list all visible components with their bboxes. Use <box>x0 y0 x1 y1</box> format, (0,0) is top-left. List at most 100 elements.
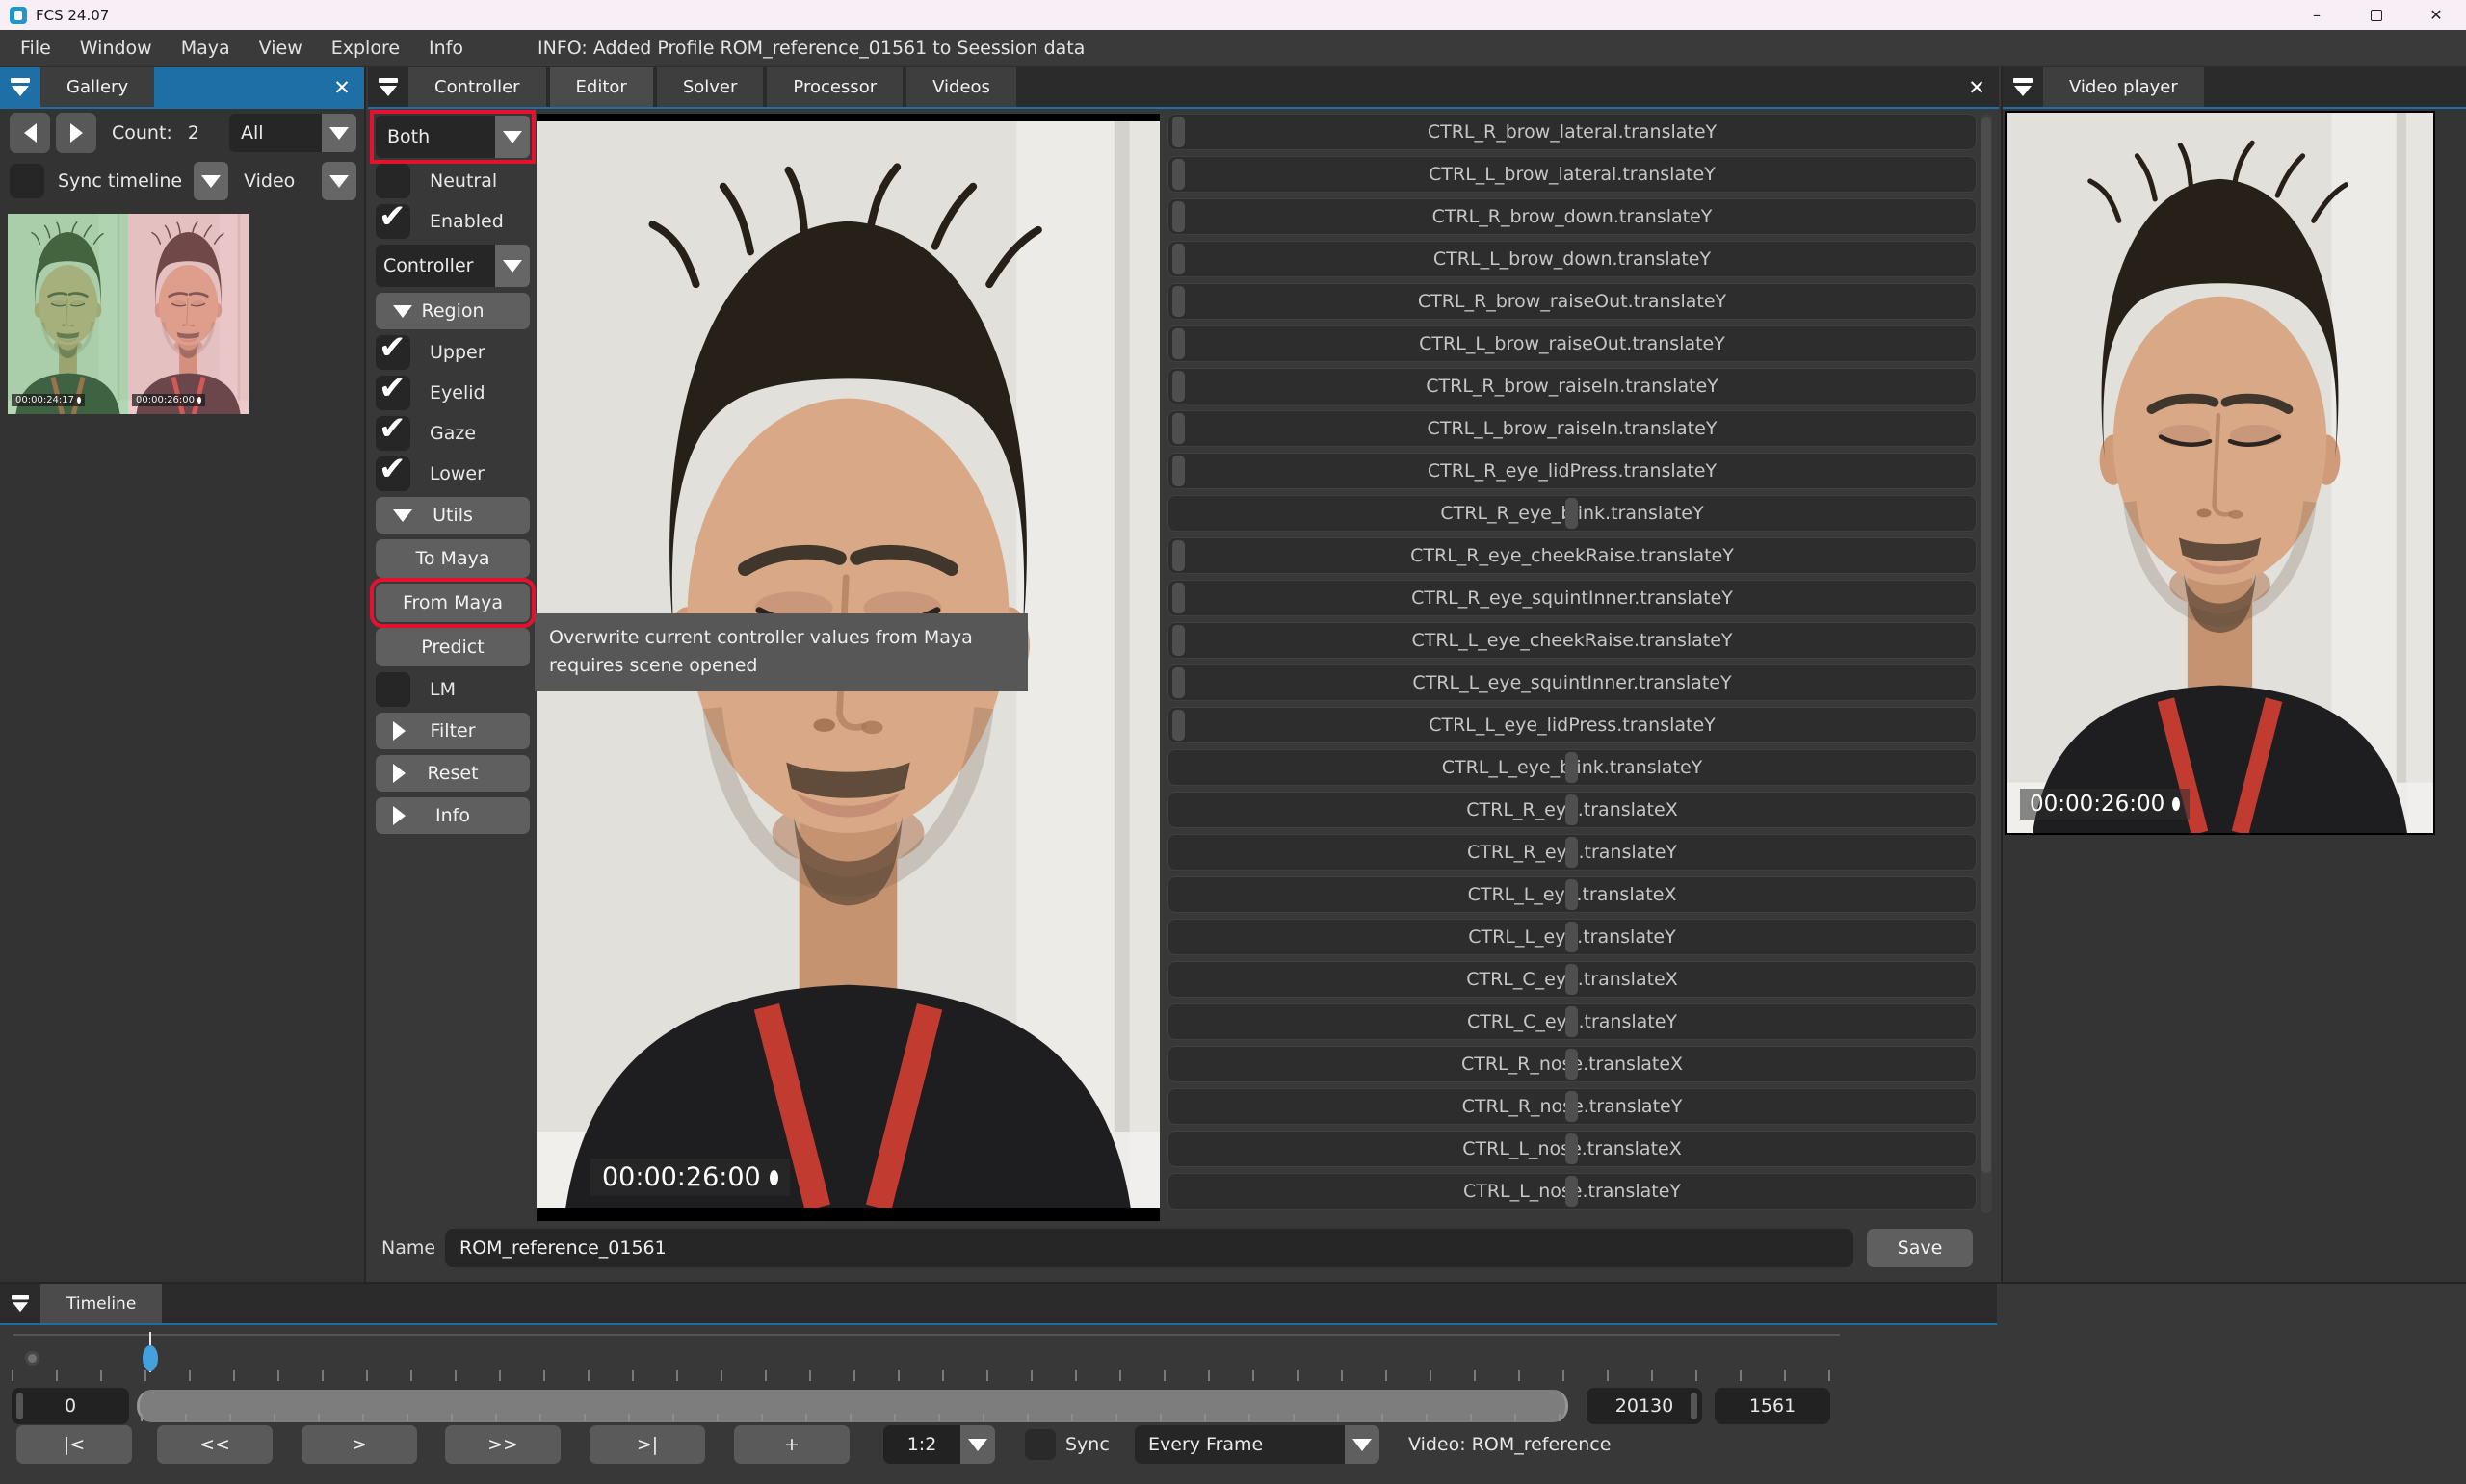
slider-thumb[interactable] <box>1565 837 1578 868</box>
slider-thumb[interactable] <box>1172 159 1185 190</box>
slider-thumb[interactable] <box>1565 1091 1578 1122</box>
controller-slider-row[interactable]: CTRL_R_eye_lidPress.translateY <box>1167 453 1977 489</box>
slider-thumb[interactable] <box>1172 625 1185 656</box>
controller-slider-row[interactable]: CTRL_R_brow_down.translateY <box>1167 198 1977 235</box>
controller-slider-row[interactable]: CTRL_C_eye.translateY <box>1167 1003 1977 1040</box>
mode-dropdown[interactable]: Both <box>376 116 530 158</box>
add-button[interactable]: + <box>734 1425 850 1464</box>
gallery-close-icon[interactable]: ✕ <box>320 67 364 107</box>
controller-slider-row[interactable]: CTRL_R_eye_cheekRaise.translateY <box>1167 537 1977 574</box>
slider-thumb[interactable] <box>1172 710 1185 741</box>
controller-slider-row[interactable]: CTRL_L_eye.translateY <box>1167 919 1977 955</box>
slider-thumb[interactable] <box>1565 922 1578 952</box>
slider-thumb[interactable] <box>1565 1049 1578 1080</box>
controller-slider-row[interactable]: CTRL_L_brow_raiseIn.translateY <box>1167 410 1977 447</box>
go-to-start-button[interactable]: |< <box>16 1425 132 1464</box>
tab-editor[interactable]: Editor <box>550 67 653 107</box>
tab-controller[interactable]: Controller <box>408 67 546 107</box>
utils-button[interactable]: Utils <box>376 497 530 534</box>
tab-solver[interactable]: Solver <box>657 67 764 107</box>
gaze-checkbox[interactable] <box>376 416 410 451</box>
menu-item-explore[interactable]: Explore <box>317 30 414 67</box>
filter-icon[interactable] <box>368 67 408 107</box>
info-expander[interactable]: Info <box>376 797 530 834</box>
slider-thumb[interactable] <box>1565 1176 1578 1207</box>
from-maya-button[interactable]: From Maya <box>376 584 530 622</box>
sync-dropdown-button[interactable] <box>194 162 228 200</box>
enabled-checkbox[interactable] <box>376 204 410 239</box>
current-frame-box[interactable]: 1561 <box>1715 1388 1830 1424</box>
chevron-down-icon[interactable] <box>322 114 356 152</box>
predict-button[interactable]: Predict <box>376 628 530 666</box>
eyelid-checkbox[interactable] <box>376 376 410 410</box>
close-icon[interactable]: ✕ <box>2406 0 2466 30</box>
play-button[interactable]: > <box>302 1425 417 1464</box>
controller-close-icon[interactable]: ✕ <box>1954 67 1999 107</box>
slider-thumb[interactable] <box>1565 964 1578 995</box>
gallery-filter-dropdown[interactable]: All <box>229 114 356 152</box>
step-ratio-value[interactable]: 1:2 <box>883 1425 960 1464</box>
sync-timeline-checkbox[interactable] <box>10 164 44 198</box>
gallery-thumbnail-2[interactable]: 00:00:26:00 <box>128 214 249 414</box>
slider-thumb[interactable] <box>1172 201 1185 232</box>
controller-slider-row[interactable]: CTRL_R_brow_lateral.translateY <box>1167 114 1977 150</box>
restore-icon[interactable] <box>2347 0 2406 30</box>
step-forward-button[interactable]: >> <box>445 1425 561 1464</box>
slider-list-scrollbar[interactable] <box>1981 114 1992 1213</box>
controller-slider-row[interactable]: CTRL_R_brow_raiseOut.translateY <box>1167 283 1977 320</box>
step-ratio-dropdown-button[interactable] <box>960 1425 995 1464</box>
timeline-scroll-bar[interactable] <box>137 1390 1568 1422</box>
controller-slider-row[interactable]: CTRL_L_brow_lateral.translateY <box>1167 156 1977 193</box>
filter-expander[interactable]: Filter <box>376 713 530 749</box>
tab-timeline[interactable]: Timeline <box>40 1284 162 1323</box>
menu-item-file[interactable]: File <box>6 30 66 67</box>
slider-thumb[interactable] <box>1172 244 1185 274</box>
lower-checkbox[interactable] <box>376 456 410 491</box>
slider-thumb[interactable] <box>1565 794 1578 825</box>
next-button[interactable] <box>56 113 96 153</box>
controller-slider-row[interactable]: CTRL_R_eye.translateY <box>1167 834 1977 871</box>
controller-slider-row[interactable]: CTRL_L_brow_raiseOut.translateY <box>1167 325 1977 362</box>
menu-item-window[interactable]: Window <box>66 30 167 67</box>
filter-icon[interactable] <box>2003 67 2043 107</box>
controller-slider-row[interactable]: CTRL_L_eye_blink.translateY <box>1167 749 1977 786</box>
slider-thumb[interactable] <box>1565 498 1578 529</box>
frame-mode-dropdown-button[interactable] <box>1345 1425 1379 1464</box>
upper-checkbox[interactable] <box>376 335 410 370</box>
controller-slider-row[interactable]: CTRL_L_brow_down.translateY <box>1167 241 1977 277</box>
controller-slider-row[interactable]: CTRL_R_eye_blink.translateY <box>1167 495 1977 532</box>
playhead-handle[interactable] <box>143 1345 158 1371</box>
region-button[interactable]: Region <box>376 293 530 329</box>
go-to-end-button[interactable]: >| <box>590 1425 705 1464</box>
slider-thumb[interactable] <box>1172 328 1185 359</box>
chevron-down-icon[interactable] <box>495 116 530 158</box>
chevron-down-icon[interactable] <box>495 245 530 287</box>
menu-item-maya[interactable]: Maya <box>167 30 245 67</box>
range-end-box[interactable]: 20130 <box>1587 1388 1702 1424</box>
tab-gallery[interactable]: Gallery <box>40 67 154 107</box>
lm-checkbox[interactable] <box>376 672 410 707</box>
controller-slider-row[interactable]: CTRL_L_nose.translateY <box>1167 1173 1977 1210</box>
slider-thumb[interactable] <box>1172 117 1185 147</box>
filter-icon[interactable] <box>0 67 40 107</box>
controller-slider-row[interactable]: CTRL_R_eye.translateX <box>1167 792 1977 828</box>
slider-thumb[interactable] <box>1172 540 1185 571</box>
controller-slider-row[interactable]: CTRL_L_nose.translateX <box>1167 1131 1977 1167</box>
save-button[interactable]: Save <box>1867 1229 1973 1267</box>
controller-slider-row[interactable]: CTRL_R_brow_raiseIn.translateY <box>1167 368 1977 404</box>
timeline-scroll-track[interactable] <box>135 1388 1572 1424</box>
controller-slider-row[interactable]: CTRL_R_eye_squintInner.translateY <box>1167 580 1977 616</box>
slider-thumb[interactable] <box>1172 413 1185 444</box>
controller-slider-row[interactable]: CTRL_L_eye_lidPress.translateY <box>1167 707 1977 743</box>
timeline-ticks[interactable] <box>12 1370 1844 1381</box>
controller-slider-row[interactable]: CTRL_R_nose.translateY <box>1167 1088 1977 1125</box>
slider-thumb[interactable] <box>1172 286 1185 317</box>
tab-processor[interactable]: Processor <box>767 67 903 107</box>
slider-thumb[interactable] <box>1172 583 1185 613</box>
menu-item-view[interactable]: View <box>245 30 317 67</box>
slider-thumb[interactable] <box>1172 456 1185 486</box>
slider-thumb[interactable] <box>1565 1006 1578 1037</box>
slider-thumb[interactable] <box>1565 1133 1578 1164</box>
slider-thumb[interactable] <box>1172 371 1185 402</box>
tab-videos[interactable]: Videos <box>906 67 1016 107</box>
